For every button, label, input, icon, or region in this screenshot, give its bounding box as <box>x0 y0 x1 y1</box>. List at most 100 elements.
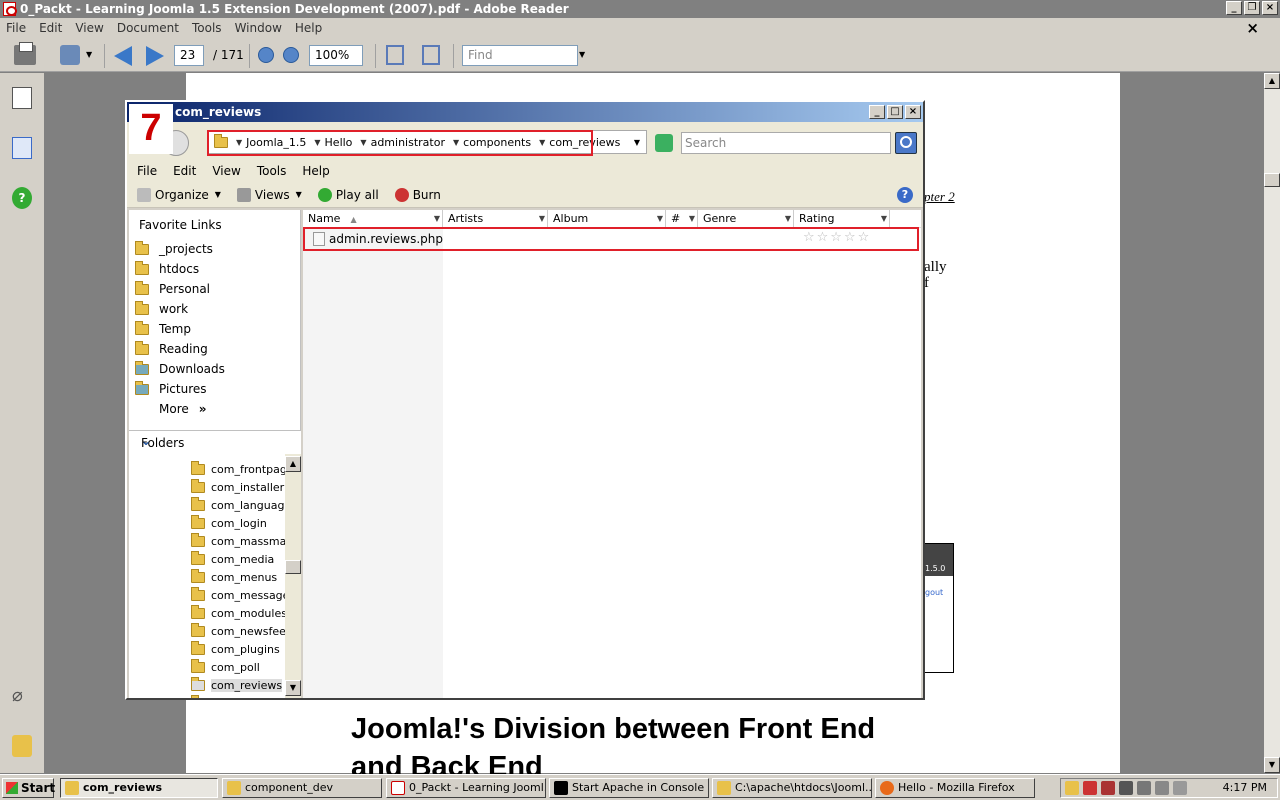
favorite-more[interactable]: More » <box>159 402 207 416</box>
taskbar-button-adobe-reader[interactable]: 0_Packt - Learning Jooml... <box>386 778 546 798</box>
tree-item[interactable]: com_menus <box>191 568 277 586</box>
help-icon[interactable]: ? <box>12 187 32 209</box>
tray-app-icon[interactable] <box>1137 781 1151 795</box>
close-icon[interactable]: × <box>1262 1 1278 15</box>
favorite-htdocs[interactable]: htdocs <box>135 260 199 276</box>
comments-icon[interactable] <box>12 735 32 757</box>
chevron-down-icon[interactable]: ▼ <box>86 50 92 59</box>
menu-edit[interactable]: Edit <box>39 21 62 35</box>
search-icon[interactable] <box>895 132 917 154</box>
scroll-thumb[interactable] <box>1264 173 1280 187</box>
menu-help[interactable]: Help <box>295 21 322 35</box>
favorite-projects[interactable]: _projects <box>135 240 213 256</box>
zoom-select[interactable]: 100% <box>309 45 363 66</box>
menu-document[interactable]: Document <box>117 21 179 35</box>
start-button[interactable]: Start <box>2 778 55 798</box>
minimize-icon[interactable]: _ <box>869 105 885 119</box>
network-icon[interactable] <box>1155 781 1169 795</box>
menu-view[interactable]: View <box>75 21 103 35</box>
column-genre[interactable]: Genre ▼ <box>698 210 794 228</box>
menu-tools[interactable]: Tools <box>192 21 222 35</box>
menu-tools[interactable]: Tools <box>257 164 287 178</box>
menu-file[interactable]: File <box>6 21 26 35</box>
column-album[interactable]: Album ▼ <box>548 210 666 228</box>
minimize-icon[interactable]: _ <box>1226 1 1242 15</box>
tree-item[interactable]: com_plugins <box>191 640 280 658</box>
favorite-pictures[interactable]: Pictures <box>135 380 207 396</box>
column-number[interactable]: # ▼ <box>666 210 698 228</box>
tree-item[interactable]: com_languages <box>191 496 297 514</box>
views-button[interactable]: Views ▼ <box>236 187 302 202</box>
scroll-thumb[interactable] <box>285 560 301 574</box>
refresh-icon[interactable] <box>655 134 673 152</box>
burn-button[interactable]: Burn <box>394 187 441 202</box>
paperclip-icon[interactable]: ⌀ <box>12 685 32 707</box>
close-icon[interactable]: × <box>905 105 921 119</box>
tree-item[interactable]: com_media <box>191 550 274 568</box>
chevron-down-icon[interactable]: ▼ <box>579 50 585 59</box>
tree-item[interactable]: com_login <box>191 514 267 532</box>
favorite-downloads[interactable]: Downloads <box>135 360 225 376</box>
tree-item[interactable]: com_frontpage <box>191 460 294 478</box>
fit-page-icon[interactable] <box>386 45 404 65</box>
tree-item[interactable]: com_installer <box>191 478 284 496</box>
previous-page-button[interactable] <box>114 46 136 66</box>
favorite-reading[interactable]: Reading <box>135 340 208 356</box>
search-input[interactable]: Search <box>681 132 891 154</box>
volume-icon[interactable] <box>1173 781 1187 795</box>
column-rating[interactable]: Rating ▼ <box>794 210 890 228</box>
favorite-personal[interactable]: Personal <box>135 280 210 296</box>
zoom-in-icon[interactable] <box>283 47 299 63</box>
address-dropdown-icon[interactable]: ▼ <box>634 138 640 147</box>
find-input[interactable]: Find <box>462 45 578 66</box>
scroll-up-button[interactable]: ▲ <box>1264 73 1280 89</box>
tree-item[interactable]: com_poll <box>191 658 260 676</box>
search-document-icon[interactable] <box>60 45 80 65</box>
next-page-button[interactable] <box>146 46 168 66</box>
menu-file[interactable]: File <box>137 164 157 178</box>
tree-item[interactable]: com_messages <box>191 586 295 604</box>
column-artists[interactable]: Artists ▼ <box>443 210 548 228</box>
tray-app-icon[interactable] <box>1083 781 1097 795</box>
menu-view[interactable]: View <box>212 164 240 178</box>
restore-icon[interactable]: ❐ <box>1244 1 1260 15</box>
chevron-down-icon[interactable]: ▼ <box>689 210 695 228</box>
pages-icon[interactable] <box>12 87 32 109</box>
document-close-icon[interactable]: × <box>1246 19 1259 37</box>
tray-app-icon[interactable] <box>1101 781 1115 795</box>
chevron-down-icon[interactable]: ▼ <box>657 210 663 228</box>
tray-app-icon[interactable] <box>1065 781 1079 795</box>
column-name[interactable]: Name ▲ ▼ <box>303 210 443 228</box>
folder-tree-scrollbar[interactable]: ▲ ▼ <box>285 454 301 698</box>
menu-edit[interactable]: Edit <box>173 164 196 178</box>
chevron-down-icon[interactable]: ▼ <box>539 210 545 228</box>
maximize-icon[interactable]: □ <box>887 105 903 119</box>
chevron-down-icon[interactable]: ▼ <box>434 210 440 228</box>
chevron-down-icon[interactable]: ▼ <box>785 210 791 228</box>
play-all-button[interactable]: Play all <box>317 187 379 202</box>
tree-item-selected[interactable]: com_reviews <box>191 676 283 694</box>
favorite-temp[interactable]: Temp <box>135 320 191 336</box>
folders-header[interactable]: Folders ⌄ <box>129 430 301 454</box>
bookmarks-icon[interactable] <box>12 137 32 159</box>
tree-item[interactable]: com_massmail <box>191 532 292 550</box>
taskbar-button-component-dev[interactable]: component_dev <box>222 778 382 798</box>
favorite-work[interactable]: work <box>135 300 188 316</box>
scroll-down-button[interactable]: ▼ <box>1264 757 1280 773</box>
menu-help[interactable]: Help <box>302 164 329 178</box>
chevron-down-icon[interactable]: ▼ <box>881 210 887 228</box>
scroll-down-button[interactable]: ▼ <box>285 680 301 696</box>
taskbar-button-firefox[interactable]: Hello - Mozilla Firefox <box>875 778 1035 798</box>
document-scrollbar[interactable]: ▲ ▼ <box>1264 73 1280 773</box>
taskbar-button-htdocs[interactable]: C:\apache\htdocs\Jooml... <box>712 778 872 798</box>
tree-item[interactable]: com_search <box>191 694 277 698</box>
zoom-out-icon[interactable] <box>258 47 274 63</box>
help-icon[interactable]: ? <box>897 187 913 203</box>
taskbar-button-apache-console[interactable]: Start Apache in Console <box>549 778 709 798</box>
print-icon[interactable] <box>14 42 36 65</box>
scroll-up-button[interactable]: ▲ <box>285 456 301 472</box>
taskbar-button-com-reviews[interactable]: com_reviews <box>60 778 218 798</box>
menu-window[interactable]: Window <box>235 21 282 35</box>
organize-button[interactable]: Organize ▼ <box>137 187 221 202</box>
fit-width-icon[interactable] <box>422 45 440 65</box>
